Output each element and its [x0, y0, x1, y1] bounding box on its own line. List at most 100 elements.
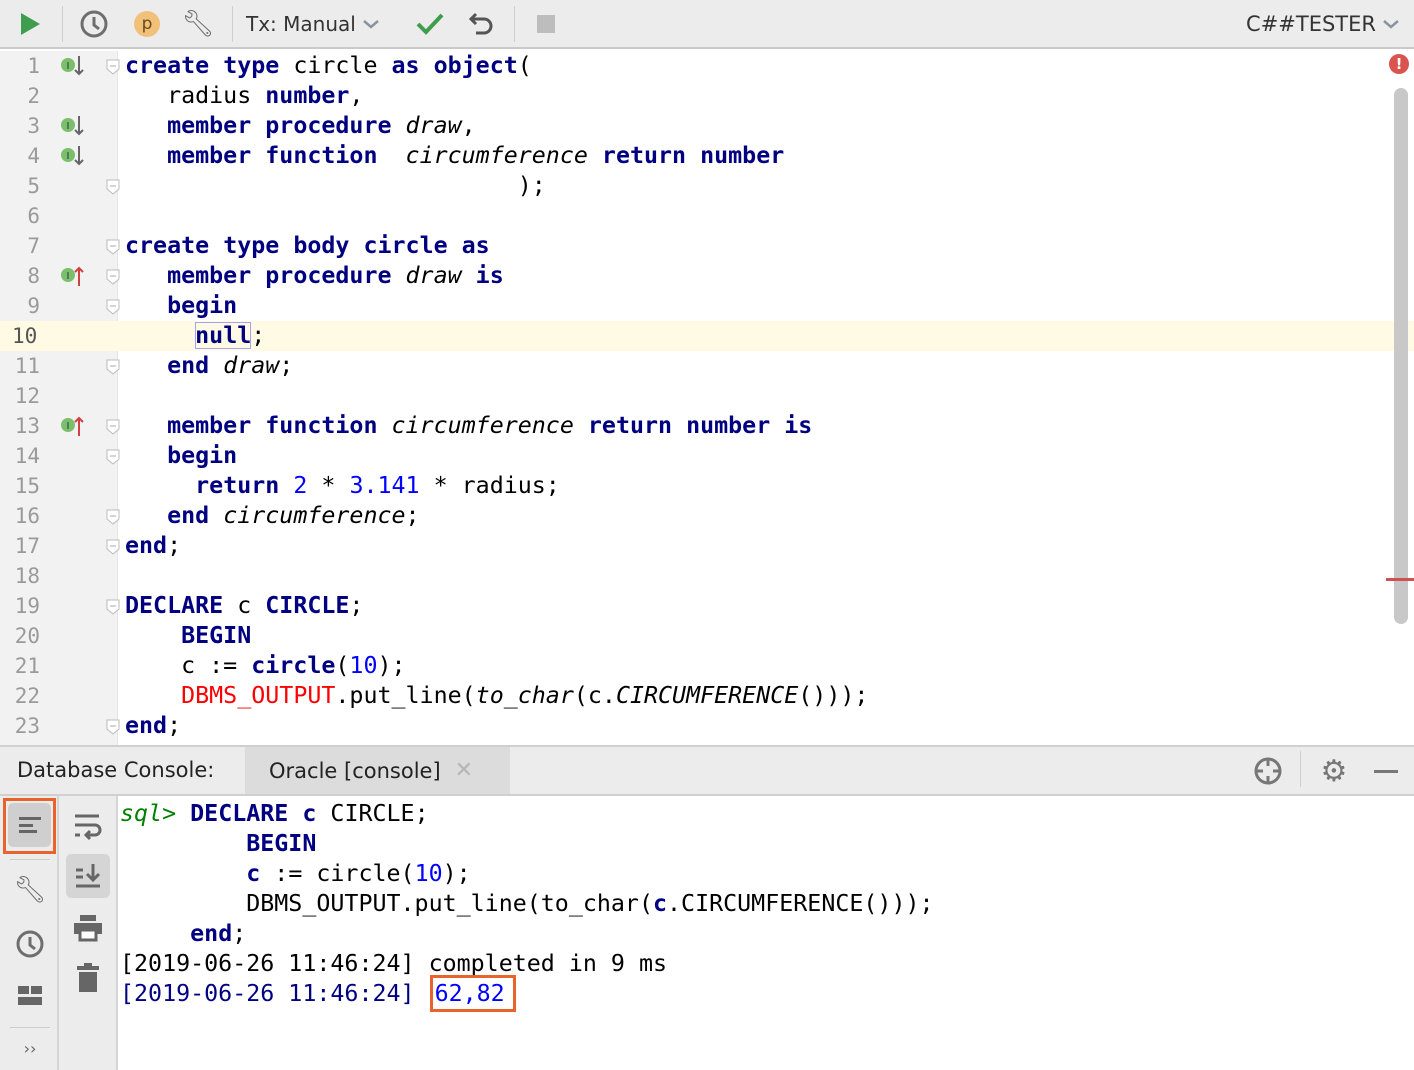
wrench-icon: 🔧︎ — [13, 875, 47, 905]
code-line: BEGIN — [125, 621, 251, 651]
implements-down-icon[interactable]: I — [60, 115, 86, 137]
code-editor[interactable]: create type circle as object( radius num… — [118, 51, 1394, 745]
align-left-icon — [18, 817, 41, 833]
implements-down-icon[interactable]: I — [60, 55, 86, 77]
soft-wrap-button[interactable] — [66, 806, 110, 846]
implemented-up-icon[interactable]: I — [60, 415, 86, 437]
code-text: c := — [125, 652, 252, 679]
keyword: function — [265, 412, 378, 439]
print-button[interactable] — [66, 908, 110, 948]
code-text: ; — [167, 712, 182, 739]
user-badge: p — [134, 11, 160, 37]
run-button[interactable] — [10, 0, 50, 48]
code-line: ); — [125, 171, 546, 201]
keyword: BEGIN — [246, 830, 317, 857]
console-output[interactable]: sql> DECLARE c CIRCLE; BEGIN c := circle… — [118, 796, 1414, 1070]
tab-oracle-console[interactable]: Oracle [console] ✕ — [245, 747, 510, 794]
gear-button[interactable]: ⚙ — [1316, 753, 1352, 789]
number-literal: 2 — [293, 472, 308, 499]
line-number: 6 — [27, 204, 40, 228]
keyword: circle — [363, 232, 448, 259]
code-line: create type circle as object( — [125, 51, 532, 81]
history-button[interactable] — [74, 0, 114, 48]
keyword: c — [653, 890, 668, 917]
svg-text:I: I — [67, 271, 70, 282]
line-number: 9 — [27, 294, 40, 318]
svg-text:I: I — [67, 421, 70, 432]
line-number: 21 — [14, 654, 40, 678]
scroll-to-end-button[interactable] — [66, 854, 110, 898]
console-tab-bar: Database Console: Oracle [console] ✕ ⚙ — [0, 745, 1414, 796]
output-toggle-button[interactable] — [8, 803, 51, 847]
close-icon[interactable]: ✕ — [455, 758, 473, 783]
rollback-button[interactable] — [462, 0, 502, 48]
timestamp: [2019-06-26 11:46:24] — [120, 980, 429, 1007]
stop-button[interactable] — [526, 0, 566, 48]
commit-button[interactable] — [410, 0, 450, 48]
editor-scrollbar[interactable] — [1394, 88, 1408, 624]
keyword: member — [167, 142, 252, 169]
user-badge-button[interactable]: p — [127, 0, 167, 48]
tx-mode-dropdown[interactable]: Tx: Manual — [246, 0, 386, 48]
code-text: c — [223, 592, 266, 619]
result-value: 62,82 — [429, 975, 516, 1012]
keyword: return — [195, 472, 280, 499]
keyword: function — [265, 142, 378, 169]
keyword: begin — [167, 292, 238, 319]
minimize-button[interactable] — [1370, 753, 1402, 789]
keyword: member — [167, 262, 252, 289]
scroll-to-end-icon — [76, 864, 101, 888]
keyword: number — [700, 142, 785, 169]
line-number: 5 — [27, 174, 40, 198]
console-line: c := circle(10); — [120, 859, 470, 889]
number-literal: 10 — [414, 860, 443, 887]
code-text: .put_line( — [335, 682, 476, 709]
line-number: 16 — [14, 504, 40, 528]
keyword: CIRCLE — [265, 592, 350, 619]
settings-button[interactable]: 🔧︎ — [178, 0, 218, 48]
keyword: begin — [167, 442, 238, 469]
locate-button[interactable] — [1250, 753, 1286, 789]
settings-button[interactable]: 🔧︎ — [10, 872, 50, 908]
implements-down-icon[interactable]: I — [60, 145, 86, 167]
code-text: ); — [125, 172, 546, 199]
line-number: 13 — [14, 414, 40, 438]
keyword: member — [167, 412, 252, 439]
number-literal: 10 — [349, 652, 378, 679]
identifier: to_char — [475, 682, 574, 709]
toolbar: p 🔧︎ Tx: Manual C##TESTER — [0, 0, 1414, 49]
console-line: sql> DECLARE c CIRCLE; — [120, 799, 429, 829]
code-line: radius number, — [125, 81, 363, 111]
code-text: ; — [167, 532, 182, 559]
layout-icon — [18, 986, 42, 1005]
code-line: return 2 * 3.141 * radius; — [125, 471, 560, 501]
code-text: * — [307, 472, 350, 499]
code-text: (c. — [573, 682, 616, 709]
implemented-up-icon[interactable]: I — [60, 265, 86, 287]
schema-dropdown[interactable]: C##TESTER — [1240, 0, 1400, 48]
minimize-icon — [1374, 769, 1398, 773]
history-button[interactable] — [10, 926, 50, 962]
more-button[interactable]: ›› — [10, 1034, 50, 1062]
code-text: := circle( — [260, 860, 415, 887]
error-marker[interactable] — [1386, 578, 1414, 581]
line-number: 2 — [27, 84, 40, 108]
keyword: is — [475, 262, 504, 289]
error-indicator-icon[interactable]: ! — [1389, 54, 1409, 74]
identifier: circumference — [405, 142, 588, 169]
clear-button[interactable] — [66, 958, 110, 998]
layout-button[interactable] — [10, 978, 50, 1014]
